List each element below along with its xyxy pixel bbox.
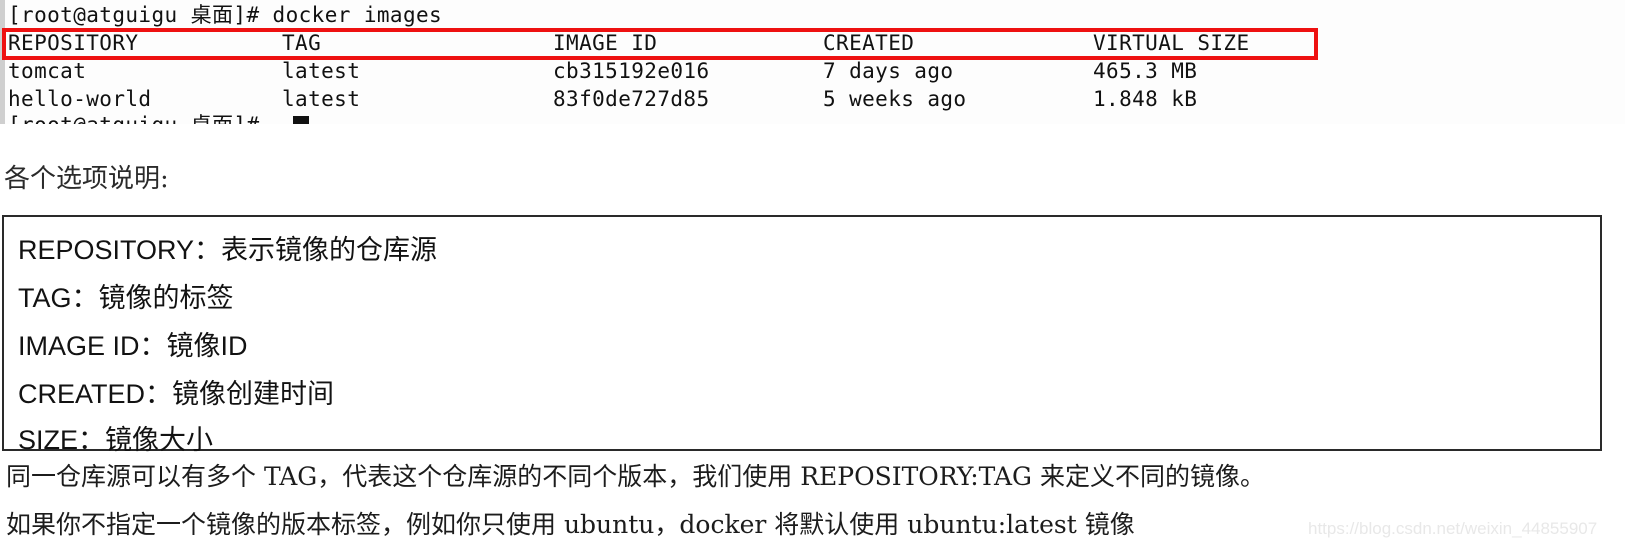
cell-repository: tomcat [8, 59, 87, 83]
terminal-output-panel: [root@atguigu 桌面]# docker images REPOSIT… [0, 0, 1625, 124]
column-header-created: CREATED [823, 31, 915, 55]
cell-created: 5 weeks ago [823, 87, 967, 111]
cell-virtual-size: 465.3 MB [1093, 59, 1198, 83]
legend-item-repository: REPOSITORY：表示镜像的仓库源 [18, 235, 438, 265]
legend-item-created: CREATED：镜像创建时间 [18, 379, 335, 409]
legend-item-image-id: IMAGE ID：镜像ID [18, 331, 248, 361]
column-header-repository: REPOSITORY [8, 31, 139, 55]
legend-item-size: SIZE：镜像大小 [18, 425, 214, 455]
terminal-prompt-command: [root@atguigu 桌面]# docker images [8, 3, 443, 27]
options-legend-box: REPOSITORY：表示镜像的仓库源 TAG：镜像的标签 IMAGE ID：镜… [2, 215, 1602, 455]
cell-image-id: 83f0de727d85 [553, 87, 710, 111]
options-heading: 各个选项说明: [4, 164, 169, 194]
cell-virtual-size: 1.848 kB [1093, 87, 1198, 111]
table-row: tomcat latest cb315192e016 7 days ago 46… [0, 58, 1625, 84]
blog-watermark: https://blog.csdn.net/weixin_44855907 [1308, 519, 1598, 538]
cell-tag: latest [282, 87, 361, 111]
cell-repository: hello-world [8, 87, 152, 111]
cell-tag: latest [282, 59, 361, 83]
terminal-header-row: REPOSITORY TAG IMAGE ID CREATED VIRTUAL … [0, 30, 1625, 56]
terminal-command-row: [root@atguigu 桌面]# docker images [0, 2, 1625, 28]
column-header-tag: TAG [282, 31, 322, 55]
cell-image-id: cb315192e016 [553, 59, 710, 83]
table-row: hello-world latest 83f0de727d85 5 weeks … [0, 86, 1625, 112]
terminal-cursor-block [293, 116, 309, 124]
paragraph-default-latest-tag: 如果你不指定一个镜像的版本标签，例如你只使用 ubuntu，docker 将默认… [6, 510, 1135, 539]
terminal-trailing-prompt: [root@atguigu 桌面]# [8, 112, 260, 124]
cell-created: 7 days ago [823, 59, 954, 83]
terminal-trailing-prompt-row: [root@atguigu 桌面]# [0, 112, 1625, 124]
column-header-virtual-size: VIRTUAL SIZE [1093, 31, 1250, 55]
column-header-image-id: IMAGE ID [553, 31, 658, 55]
legend-item-tag: TAG：镜像的标签 [18, 283, 234, 313]
paragraph-tag-versions: 同一仓库源可以有多个 TAG，代表这个仓库源的不同个版本，我们使用 REPOSI… [6, 462, 1265, 491]
